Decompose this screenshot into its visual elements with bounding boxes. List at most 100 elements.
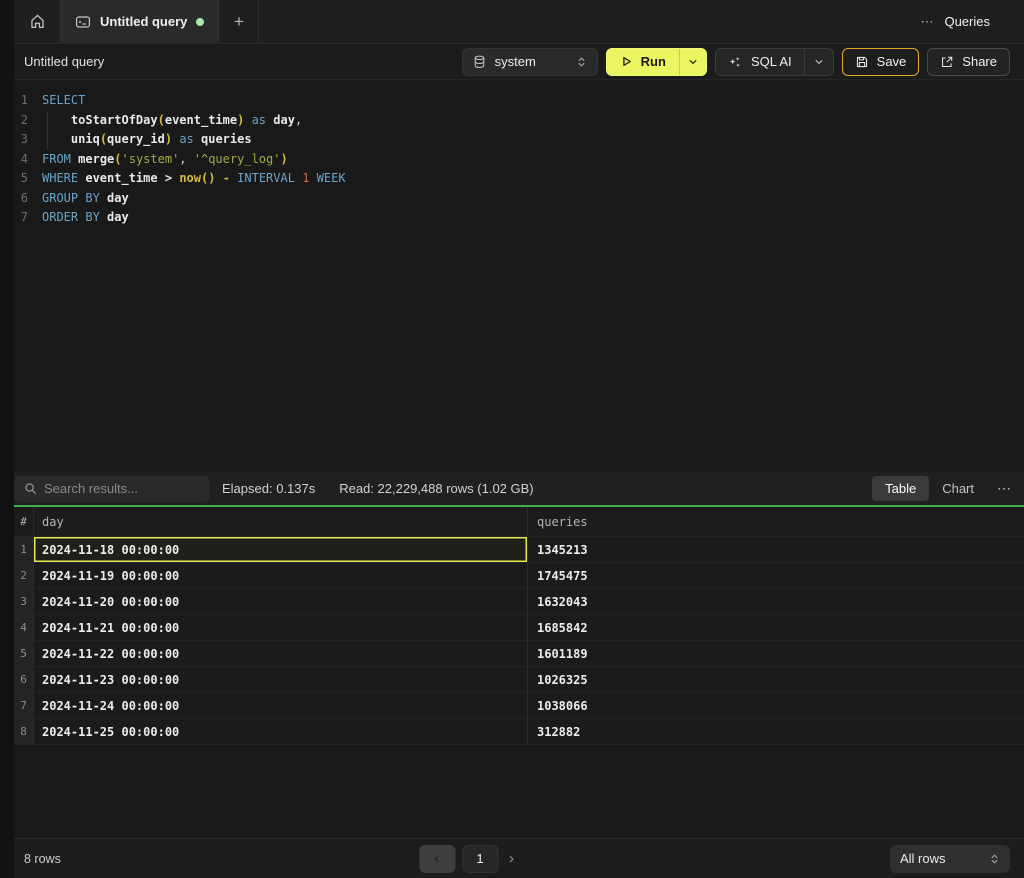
- sql-ai-options-button[interactable]: [804, 49, 833, 75]
- tab-bar: Untitled query + ⋯ Queries: [14, 0, 1024, 43]
- line-number: 7: [14, 208, 28, 228]
- sql-ai-label: SQL AI: [751, 54, 792, 69]
- line-number: 1: [14, 91, 28, 111]
- cell-day[interactable]: 2024-11-20 00:00:00: [34, 589, 528, 614]
- line-number: 5: [14, 169, 28, 189]
- code-line[interactable]: 5WHERE event_time > now() - INTERVAL 1 W…: [14, 169, 1024, 189]
- code-text: uniq(query_id) as queries: [42, 130, 252, 150]
- search-icon: [24, 482, 37, 495]
- table-row: 32024-11-20 00:00:001632043: [14, 589, 1024, 615]
- code-lines: 1 SELECT2 toStartOfDay(event_time) as day…: [14, 91, 1024, 228]
- cell-queries[interactable]: 1601189: [528, 641, 1024, 666]
- row-count-label: 8 rows: [24, 852, 61, 866]
- sql-ai-split-button: SQL AI: [715, 48, 834, 76]
- code-line[interactable]: 2 toStartOfDay(event_time) as day,: [14, 111, 1024, 131]
- cell-day[interactable]: 2024-11-23 00:00:00: [34, 667, 528, 692]
- code-text: toStartOfDay(event_time) as day,: [42, 111, 302, 131]
- search-results-input[interactable]: [44, 481, 200, 496]
- row-number[interactable]: 2: [14, 563, 34, 588]
- cell-day[interactable]: 2024-11-24 00:00:00: [34, 693, 528, 718]
- code-line[interactable]: 1 SELECT: [14, 91, 1024, 111]
- row-number[interactable]: 1: [14, 537, 34, 562]
- table-row: 22024-11-19 00:00:001745475: [14, 563, 1024, 589]
- results-toolbar: Elapsed: 0.137s Read: 22,229,488 rows (1…: [14, 472, 1024, 505]
- sql-ai-button[interactable]: SQL AI: [716, 49, 804, 75]
- results-menu-button[interactable]: ⋯: [997, 480, 1012, 497]
- cell-queries[interactable]: 1026325: [528, 667, 1024, 692]
- row-number[interactable]: 7: [14, 693, 34, 718]
- column-header-index[interactable]: #: [14, 507, 34, 536]
- row-number[interactable]: 6: [14, 667, 34, 692]
- pagination: ‹ 1 ›: [419, 845, 518, 873]
- code-text: ORDER BY day: [42, 208, 129, 228]
- code-line[interactable]: 4 FROM merge('system', '^query_log'): [14, 150, 1024, 170]
- column-header-day[interactable]: day: [34, 507, 528, 536]
- row-number[interactable]: 4: [14, 615, 34, 640]
- table-row: 12024-11-18 00:00:001345213: [14, 537, 1024, 563]
- cell-queries[interactable]: 1632043: [528, 589, 1024, 614]
- cell-queries[interactable]: 1685842: [528, 615, 1024, 640]
- results-table: # day queries 12024-11-18 00:00:00134521…: [14, 507, 1024, 745]
- column-header-queries[interactable]: queries: [528, 507, 1024, 536]
- code-text: FROM merge('system', '^query_log'): [42, 150, 288, 170]
- sparkles-icon: [728, 55, 742, 69]
- cell-queries[interactable]: 1345213: [528, 537, 1024, 562]
- save-icon: [855, 55, 869, 69]
- run-options-button[interactable]: [679, 49, 706, 75]
- run-label: Run: [641, 54, 666, 69]
- tab-table-view[interactable]: Table: [872, 476, 929, 501]
- query-title: Untitled query: [24, 54, 104, 69]
- cell-day[interactable]: 2024-11-19 00:00:00: [34, 563, 528, 588]
- page-size-select[interactable]: All rows: [890, 845, 1010, 873]
- database-select[interactable]: system: [462, 48, 598, 76]
- tab-chart-view[interactable]: Chart: [929, 476, 987, 501]
- database-select-value: system: [495, 54, 536, 69]
- save-button[interactable]: Save: [842, 48, 920, 76]
- results-empty-space: [14, 745, 1024, 838]
- row-number[interactable]: 8: [14, 719, 34, 744]
- toolbar-actions: system Run: [462, 48, 1010, 76]
- share-button[interactable]: Share: [927, 48, 1010, 76]
- sql-editor[interactable]: 1 SELECT2 toStartOfDay(event_time) as day…: [14, 80, 1024, 472]
- code-line[interactable]: 3 uniq(query_id) as queries: [14, 130, 1024, 150]
- code-line[interactable]: 7 ORDER BY day: [14, 208, 1024, 228]
- share-icon: [940, 55, 954, 69]
- table-row: 72024-11-24 00:00:001038066: [14, 693, 1024, 719]
- cell-day[interactable]: 2024-11-22 00:00:00: [34, 641, 528, 666]
- cell-day[interactable]: 2024-11-21 00:00:00: [34, 615, 528, 640]
- table-row: 52024-11-22 00:00:001601189: [14, 641, 1024, 667]
- new-tab-button[interactable]: +: [219, 0, 259, 43]
- run-split-button: Run: [606, 48, 707, 76]
- left-rail: [0, 0, 14, 878]
- row-number[interactable]: 3: [14, 589, 34, 614]
- cell-queries[interactable]: 312882: [528, 719, 1024, 744]
- line-number: 4: [14, 150, 28, 170]
- table-header-row: # day queries: [14, 507, 1024, 537]
- code-line[interactable]: 6GROUP BY day: [14, 189, 1024, 209]
- current-page-button[interactable]: 1: [462, 845, 498, 873]
- play-icon: [620, 55, 633, 68]
- chevron-right-icon: ›: [509, 850, 514, 867]
- main-area: Untitled query + ⋯ Queries Untitled quer…: [14, 0, 1024, 878]
- cell-day[interactable]: 2024-11-25 00:00:00: [34, 719, 528, 744]
- queries-button[interactable]: ⋯ Queries: [920, 0, 990, 43]
- cell-day[interactable]: 2024-11-18 00:00:00: [34, 537, 528, 562]
- line-number: 6: [14, 189, 28, 209]
- select-updown-icon: [576, 56, 587, 68]
- share-label: Share: [962, 54, 997, 69]
- code-text: SELECT: [42, 91, 85, 111]
- chevron-left-icon: ‹: [435, 850, 440, 867]
- previous-page-button[interactable]: ‹: [419, 845, 455, 873]
- next-page-button[interactable]: ›: [505, 850, 518, 867]
- search-box[interactable]: [14, 476, 210, 502]
- app-root: Untitled query + ⋯ Queries Untitled quer…: [0, 0, 1024, 878]
- unsaved-indicator-dot: [196, 18, 204, 26]
- cell-queries[interactable]: 1038066: [528, 693, 1024, 718]
- run-button[interactable]: Run: [607, 49, 679, 75]
- table-row: 42024-11-21 00:00:001685842: [14, 615, 1024, 641]
- line-number: 3: [14, 130, 28, 150]
- home-button[interactable]: [14, 0, 60, 43]
- cell-queries[interactable]: 1745475: [528, 563, 1024, 588]
- tab-untitled-query[interactable]: Untitled query: [60, 0, 219, 43]
- row-number[interactable]: 5: [14, 641, 34, 666]
